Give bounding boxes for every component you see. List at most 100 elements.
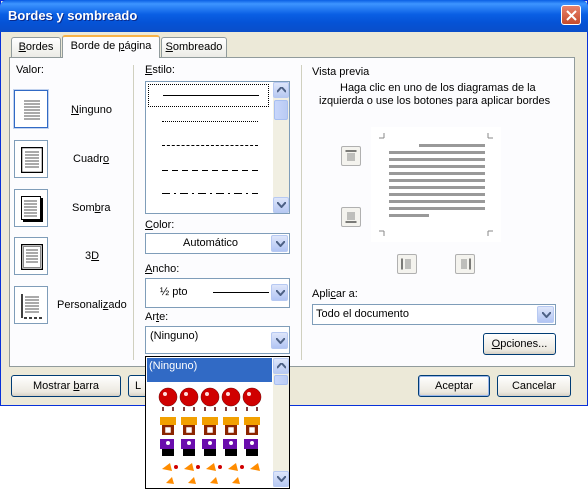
- arte-combobox[interactable]: (Ninguno): [145, 326, 290, 354]
- apply-combobox[interactable]: Todo el documento: [312, 304, 556, 325]
- arte-list-item-label: (Ninguno): [149, 360, 198, 372]
- line-dotted[interactable]: [162, 121, 258, 122]
- candy-art-row: [162, 463, 260, 484]
- linea-h-label: L: [135, 380, 142, 392]
- arte-dropdown-button[interactable]: [271, 332, 288, 349]
- arrow-up-icon: [277, 87, 286, 93]
- color-combobox[interactable]: Automático: [145, 233, 290, 254]
- chevron-down-icon: [542, 312, 551, 318]
- arte-scroll-thumb[interactable]: [274, 375, 288, 385]
- tab-bordes-label: ordes: [25, 41, 54, 53]
- arte-dropdown-list[interactable]: (Ninguno): [145, 356, 290, 489]
- arte-list-item-selected[interactable]: (Ninguno): [147, 358, 272, 382]
- apply-prefix: Apli: [312, 288, 331, 300]
- personalizado-rest: ado: [108, 299, 127, 311]
- arrow-up-icon: [277, 363, 286, 369]
- preview-instructions-1: Haga clic en uno de los diagramas de la: [340, 82, 536, 94]
- border-right-icon: [461, 258, 471, 270]
- close-icon: [566, 10, 577, 21]
- line-dashed[interactable]: [162, 170, 258, 171]
- arte-label: Arte:: [145, 311, 168, 323]
- setting-personalizado-label: Personalizado: [57, 299, 127, 311]
- valor-heading: Valor:: [16, 64, 44, 76]
- options-button[interactable]: Opciones...: [483, 333, 556, 355]
- mostrar-rest: arra: [79, 380, 100, 392]
- sombra-prefix: Som: [72, 202, 95, 214]
- preview-instructions-2: izquierda o use los botones para aplicar…: [319, 95, 551, 107]
- border-bottom-button[interactable]: [341, 207, 361, 227]
- tab-bordes[interactable]: Bordes: [11, 37, 61, 57]
- border-left-icon: [401, 258, 411, 270]
- border-right-button[interactable]: [455, 254, 475, 274]
- preview-page[interactable]: [371, 127, 501, 242]
- ancho-label: Ancho:: [145, 263, 179, 275]
- show-toolbar-button[interactable]: Mostrar barra: [11, 375, 121, 397]
- color-rest: olor:: [152, 219, 175, 231]
- estilo-rest: stilo:: [152, 64, 175, 76]
- scroll-up-button[interactable]: [273, 82, 289, 98]
- title-bar[interactable]: Bordes y sombreado: [0, 0, 588, 32]
- border-top-icon: [345, 150, 357, 161]
- close-button[interactable]: [561, 5, 581, 25]
- separator-left: [133, 65, 134, 360]
- apply-label: Aplicar a:: [312, 288, 358, 300]
- separator-right: [301, 65, 302, 360]
- color-mnemonic: C: [145, 219, 153, 231]
- estilo-scrollbar[interactable]: [273, 82, 289, 213]
- cuadro-prefix: Cuadr: [73, 153, 103, 165]
- options-mnemonic: O: [491, 338, 501, 350]
- estilo-listbox[interactable]: [145, 81, 290, 214]
- tab-sombreado[interactable]: Sombreado: [161, 37, 227, 57]
- setting-personalizado-button[interactable]: [14, 286, 48, 324]
- line-dashed-small[interactable]: [162, 145, 258, 146]
- border-top-button[interactable]: [341, 146, 361, 166]
- ninguno-mnemonic: N: [71, 104, 79, 116]
- mostrar-prefix: Mostrar: [32, 380, 74, 392]
- setting-cuadro-button[interactable]: [14, 140, 48, 178]
- scroll-down-button[interactable]: [273, 197, 289, 213]
- cuadro-mnemonic: o: [102, 153, 110, 165]
- page-custom-icon: [21, 293, 43, 319]
- page-3d-icon: [21, 244, 43, 270]
- apply-rest: ar a:: [335, 288, 358, 300]
- tab-bordes-mnemonic: B: [18, 41, 26, 53]
- cancel-button[interactable]: Cancelar: [497, 375, 571, 397]
- ancho-dropdown-button[interactable]: [271, 284, 288, 301]
- accept-button[interactable]: Aceptar: [418, 375, 490, 397]
- preview-heading: Vista previa: [312, 66, 370, 78]
- color-dropdown-button[interactable]: [271, 235, 288, 252]
- apply-dropdown-button[interactable]: [537, 306, 554, 323]
- arrow-down-icon: [277, 476, 286, 482]
- ancho-value: ½ pto: [160, 286, 188, 298]
- color-label: Color:: [145, 219, 174, 231]
- line-dash-dot[interactable]: [162, 193, 258, 194]
- tab-borde-de-pagina[interactable]: Borde de página: [62, 35, 160, 58]
- personalizado-prefix: Personali: [57, 299, 103, 311]
- window-title: Bordes y sombreado: [8, 8, 138, 23]
- arte-scroll-up-button[interactable]: [273, 358, 289, 374]
- page-preview-graphic: [379, 133, 493, 236]
- estilo-label: Estilo:: [145, 64, 175, 76]
- page-box-icon: [21, 147, 43, 173]
- setting-3d-button[interactable]: [14, 237, 48, 275]
- border-left-button[interactable]: [397, 254, 417, 274]
- arte-value: (Ninguno): [150, 330, 199, 342]
- tab-sombreado-mnemonic: S: [165, 41, 173, 53]
- arte-list-scrollbar[interactable]: [273, 358, 289, 487]
- setting-ninguno-button[interactable]: [14, 90, 48, 128]
- setting-3d-label: 3D: [85, 250, 99, 262]
- apply-value: Todo el documento: [316, 308, 409, 320]
- scroll-thumb[interactable]: [274, 100, 288, 120]
- arte-scroll-down-button[interactable]: [273, 471, 289, 487]
- chevron-down-icon: [276, 338, 285, 344]
- chevron-down-icon: [276, 290, 285, 296]
- tab-borde-pagina-prefix: Borde de: [70, 40, 119, 52]
- ancho-combobox[interactable]: ½ pto: [145, 278, 290, 308]
- page-shadow-icon: [21, 196, 43, 222]
- tab-borde-pagina-rest: ágina: [124, 40, 152, 52]
- ninguno-rest: inguno: [78, 104, 112, 116]
- setting-sombra-button[interactable]: [14, 189, 48, 227]
- estilo-selected-item[interactable]: [148, 84, 269, 107]
- apple-art-row: [158, 387, 262, 411]
- color-value: Automático: [183, 237, 239, 249]
